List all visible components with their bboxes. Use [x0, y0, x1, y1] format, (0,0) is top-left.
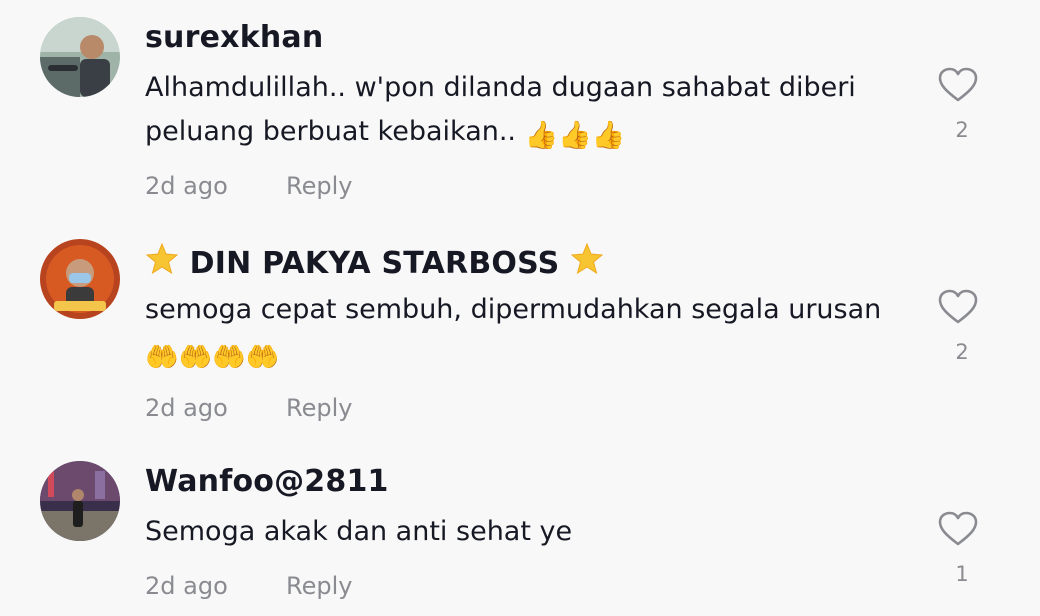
avatar-photo — [40, 17, 120, 97]
avatar-photo — [40, 239, 120, 319]
raised-hands-emoji: 🤲🤲🤲🤲 — [145, 342, 280, 373]
star-icon — [570, 242, 604, 284]
star-icon — [145, 242, 179, 284]
reply-button[interactable]: Reply — [286, 394, 352, 422]
reply-button[interactable]: Reply — [286, 572, 352, 600]
comment-body: Alhamdulillah.. w'pon dilanda dugaan sah… — [145, 72, 856, 147]
reply-button[interactable]: Reply — [286, 172, 352, 200]
username-label: DIN PAKYA STARBOSS — [189, 246, 560, 281]
like-button[interactable] — [938, 511, 978, 547]
username[interactable]: Wanfoo@2811 — [145, 464, 389, 499]
comment-meta: 2d ago Reply — [145, 172, 352, 200]
thumbs-up-emoji: 👍👍👍 — [524, 120, 626, 151]
comment-item: DIN PAKYA STARBOSS semoga cepat sembuh, … — [0, 222, 1040, 432]
comment-text: Alhamdulillah.. w'pon dilanda dugaan sah… — [145, 66, 905, 158]
like-count: 1 — [955, 562, 969, 586]
avatar-photo — [40, 461, 120, 541]
avatar[interactable] — [40, 461, 120, 541]
comment-meta: 2d ago Reply — [145, 394, 352, 422]
like-button[interactable] — [938, 289, 978, 325]
heart-icon — [938, 67, 978, 102]
heart-icon — [938, 511, 978, 546]
comment-text: Semoga akak dan anti sehat ye — [145, 510, 905, 554]
avatar[interactable] — [40, 17, 120, 97]
avatar[interactable] — [40, 239, 120, 319]
timestamp: 2d ago — [145, 572, 228, 600]
username[interactable]: DIN PAKYA STARBOSS — [145, 242, 604, 284]
timestamp: 2d ago — [145, 172, 228, 200]
comment-item: surexkhan Alhamdulillah.. w'pon dilanda … — [0, 0, 1040, 210]
comment-item: Wanfoo@2811 Semoga akak dan anti sehat y… — [0, 444, 1040, 616]
heart-icon — [938, 289, 978, 324]
comment-meta: 2d ago Reply — [145, 572, 352, 600]
comment-text: semoga cepat sembuh, dipermudahkan segal… — [145, 288, 905, 380]
like-button[interactable] — [938, 67, 978, 103]
timestamp: 2d ago — [145, 394, 228, 422]
comment-body: Semoga akak dan anti sehat ye — [145, 516, 573, 547]
comment-body: semoga cepat sembuh, dipermudahkan segal… — [145, 294, 882, 325]
username[interactable]: surexkhan — [145, 20, 323, 55]
like-count: 2 — [955, 118, 969, 142]
like-count: 2 — [955, 340, 969, 364]
